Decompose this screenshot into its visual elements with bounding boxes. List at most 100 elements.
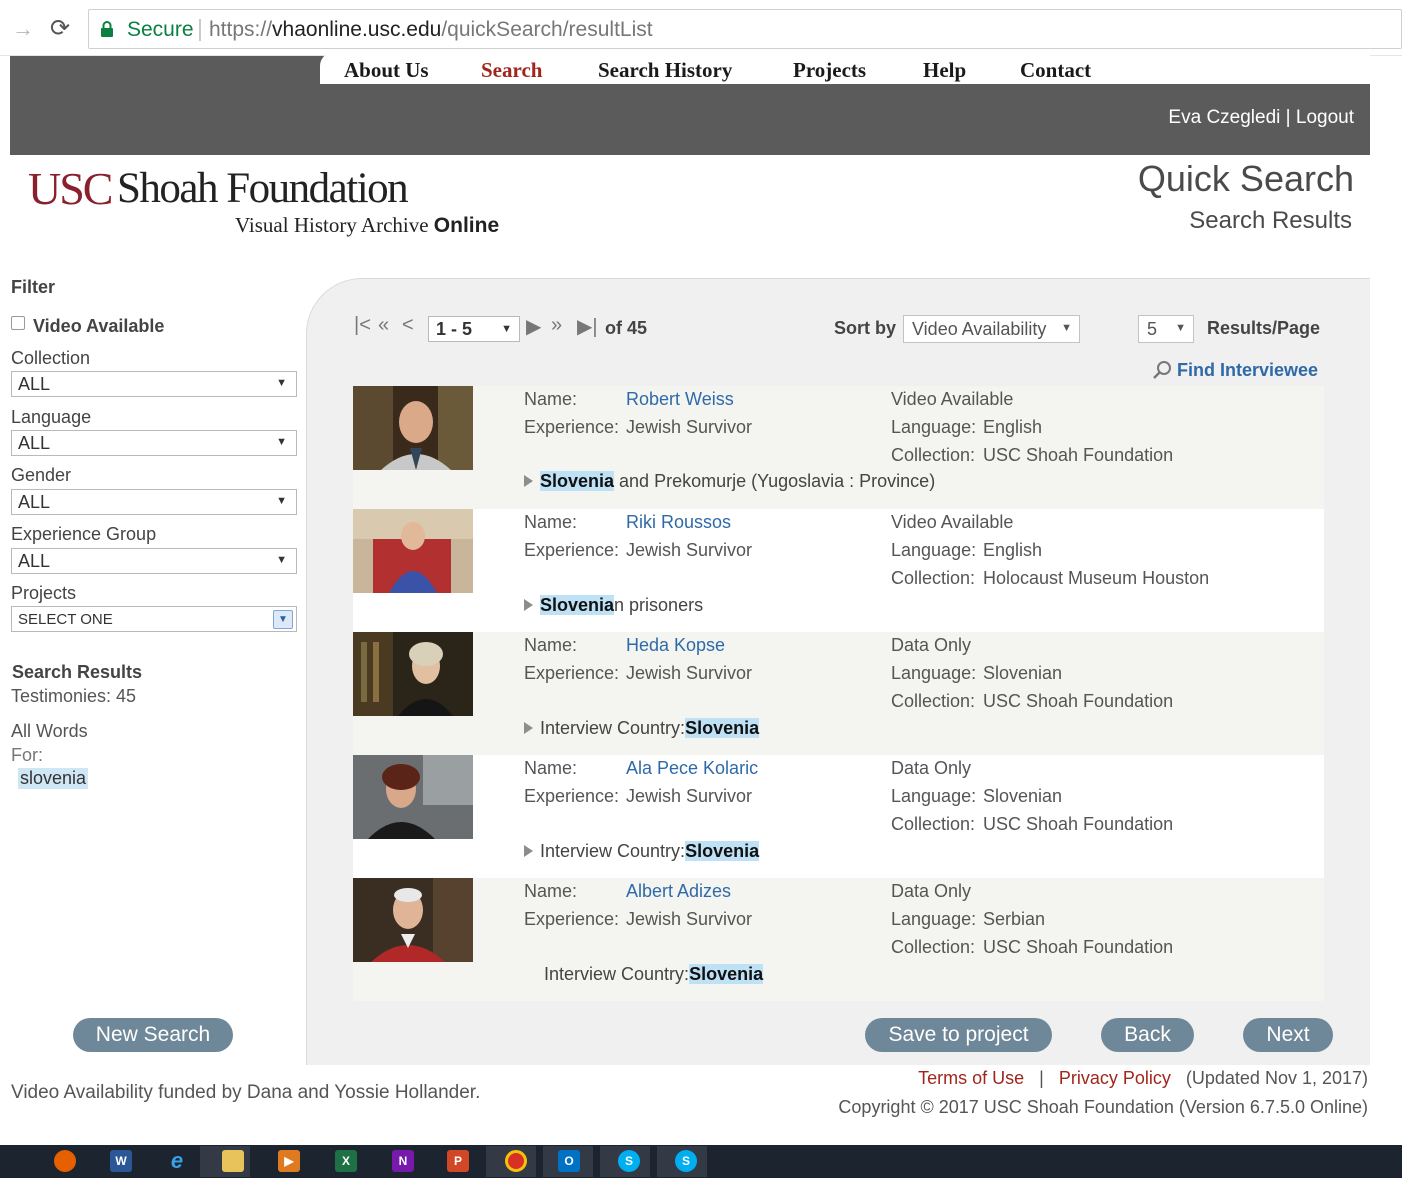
- chevron-down-icon[interactable]: ▼: [273, 610, 293, 629]
- user-name[interactable]: Eva Czegledi: [1168, 107, 1280, 128]
- reload-icon[interactable]: ⟳: [50, 14, 70, 43]
- dropdown-arrow-icon: ▼: [276, 495, 287, 507]
- new-search-button[interactable]: New Search: [73, 1018, 233, 1052]
- skype-icon[interactable]: S: [618, 1150, 640, 1172]
- interviewee-thumbnail[interactable]: [353, 755, 473, 839]
- nav-about-us[interactable]: About Us: [344, 58, 429, 83]
- collection-select[interactable]: ALL ▼: [11, 371, 297, 397]
- interviewee-thumbnail[interactable]: [353, 386, 473, 470]
- page-title: Quick Search: [1137, 158, 1354, 199]
- result-snippet[interactable]: Interview Country:Slovenia: [524, 841, 760, 862]
- video-available-checkbox[interactable]: [11, 316, 25, 330]
- snippet-suffix: n prisoners: [614, 595, 704, 615]
- availability-value: Video Available: [891, 512, 1014, 532]
- language-label: Language:: [891, 909, 977, 929]
- skype-business-icon[interactable]: S: [675, 1150, 697, 1172]
- nav-contact[interactable]: Contact: [1020, 58, 1091, 83]
- last-page-icon[interactable]: ▶|: [577, 314, 598, 339]
- previous-group-icon[interactable]: «: [378, 314, 389, 337]
- nav-projects[interactable]: Projects: [793, 58, 866, 83]
- next-group-icon[interactable]: »: [551, 314, 562, 337]
- name-label: Name:: [524, 512, 578, 532]
- nav-help[interactable]: Help: [923, 58, 966, 83]
- experience-group-select[interactable]: ALL ▼: [11, 548, 297, 574]
- save-to-project-button[interactable]: Save to project: [865, 1018, 1052, 1052]
- interviewee-thumbnail[interactable]: [353, 632, 473, 716]
- powerpoint-icon[interactable]: P: [447, 1150, 469, 1172]
- excel-icon[interactable]: X: [335, 1150, 357, 1172]
- address-bar[interactable]: Secure | https://vhaonline.usc.edu/quick…: [88, 9, 1402, 49]
- user-links-separator: |: [1285, 107, 1291, 128]
- interviewee-name-link[interactable]: Heda Kopse: [626, 635, 725, 656]
- interviewee-name-link[interactable]: Ala Pece Kolaric: [626, 758, 758, 779]
- expand-triangle-icon[interactable]: [524, 845, 533, 857]
- media-player-icon[interactable]: ▶: [278, 1150, 300, 1172]
- for-label: For:: [11, 745, 44, 765]
- back-button[interactable]: Back: [1101, 1018, 1194, 1052]
- next-page-icon[interactable]: ▶: [526, 314, 541, 339]
- language-label: Language: [11, 407, 92, 427]
- result-snippet[interactable]: Interview Country:Slovenia: [544, 964, 764, 985]
- snippet-suffix: and Prekomurje (Yugoslavia : Province): [614, 471, 936, 491]
- name-label: Name:: [524, 635, 578, 655]
- file-explorer-icon[interactable]: [222, 1150, 244, 1172]
- url-text[interactable]: https://vhaonline.usc.edu/quickSearch/re…: [209, 18, 653, 42]
- testimonies-count: Testimonies: 45: [11, 686, 137, 706]
- language-label: Language:: [891, 540, 977, 560]
- projects-select[interactable]: SELECT ONE ▼: [11, 606, 297, 632]
- sort-by-select[interactable]: Video Availability ▼: [903, 315, 1080, 343]
- logo-shoah-foundation[interactable]: Shoah Foundation: [117, 164, 409, 213]
- experience-value: Jewish Survivor: [626, 909, 753, 929]
- collection-value: Holocaust Museum Houston: [983, 568, 1210, 588]
- logo-usc[interactable]: USC: [28, 162, 113, 215]
- expand-triangle-icon[interactable]: [524, 599, 533, 611]
- firefox-icon[interactable]: [54, 1150, 76, 1172]
- expand-triangle-icon[interactable]: [524, 475, 533, 487]
- dropdown-arrow-icon: ▼: [276, 554, 287, 566]
- privacy-policy-link[interactable]: Privacy Policy: [1059, 1068, 1171, 1088]
- page-range-value: 1 - 5: [436, 319, 473, 339]
- results-per-page-select[interactable]: 5 ▼: [1138, 315, 1194, 343]
- result-snippet[interactable]: Interview Country:Slovenia: [524, 718, 760, 739]
- gender-select[interactable]: ALL ▼: [11, 489, 297, 515]
- nav-search-history[interactable]: Search History: [598, 58, 732, 83]
- availability-value: Data Only: [891, 635, 972, 655]
- experience-group-select-value: ALL: [18, 551, 51, 571]
- nav-search[interactable]: Search: [481, 58, 542, 83]
- onenote-icon[interactable]: N: [392, 1150, 414, 1172]
- language-select[interactable]: ALL ▼: [11, 430, 297, 456]
- video-available-label[interactable]: Video Available: [33, 316, 164, 337]
- browser-toolbar: → ⟳ Secure | https://vhaonline.usc.edu/q…: [0, 0, 1402, 56]
- outlook-icon[interactable]: O: [558, 1150, 580, 1172]
- experience-value: Jewish Survivor: [626, 786, 753, 806]
- word-icon[interactable]: W: [110, 1150, 132, 1172]
- interviewee-thumbnail[interactable]: [353, 878, 473, 962]
- forward-arrow-icon[interactable]: →: [12, 16, 34, 42]
- user-links: Eva Czegledi | Logout: [1168, 107, 1354, 129]
- result-snippet[interactable]: Slovenia and Prekomurje (Yugoslavia : Pr…: [524, 471, 935, 492]
- language-value: Slovenian: [983, 663, 1063, 683]
- results-per-page-value: 5: [1147, 319, 1158, 339]
- expand-triangle-icon[interactable]: [524, 722, 533, 734]
- terms-of-use-link[interactable]: Terms of Use: [918, 1068, 1024, 1088]
- collection-label: Collection:: [891, 691, 976, 711]
- funding-note: Video Availability funded by Dana and Yo…: [11, 1082, 481, 1103]
- previous-page-icon[interactable]: <: [402, 314, 414, 337]
- next-button[interactable]: Next: [1243, 1018, 1333, 1052]
- interviewee-name-link[interactable]: Robert Weiss: [626, 389, 734, 410]
- interviewee-name-link[interactable]: Albert Adizes: [626, 881, 731, 902]
- result-snippet[interactable]: Slovenian prisoners: [524, 595, 703, 616]
- projects-select-value: SELECT ONE: [18, 611, 113, 628]
- result-row: Name: Robert Weiss Experience: Jewish Su…: [353, 386, 1324, 509]
- gender-select-value: ALL: [18, 492, 51, 512]
- logout-link[interactable]: Logout: [1296, 107, 1354, 128]
- first-page-icon[interactable]: |<: [354, 314, 371, 337]
- chrome-icon[interactable]: [505, 1150, 527, 1172]
- find-interviewee-link[interactable]: Find Interviewee: [1152, 360, 1318, 381]
- interviewee-thumbnail[interactable]: [353, 509, 473, 593]
- page-range-select[interactable]: 1 - 5 ▼: [428, 316, 520, 342]
- result-row: Name: Riki Roussos Experience: Jewish Su…: [353, 509, 1324, 632]
- interviewee-name-link[interactable]: Riki Roussos: [626, 512, 731, 533]
- lock-icon: [101, 21, 113, 37]
- internet-explorer-icon[interactable]: e: [166, 1150, 188, 1172]
